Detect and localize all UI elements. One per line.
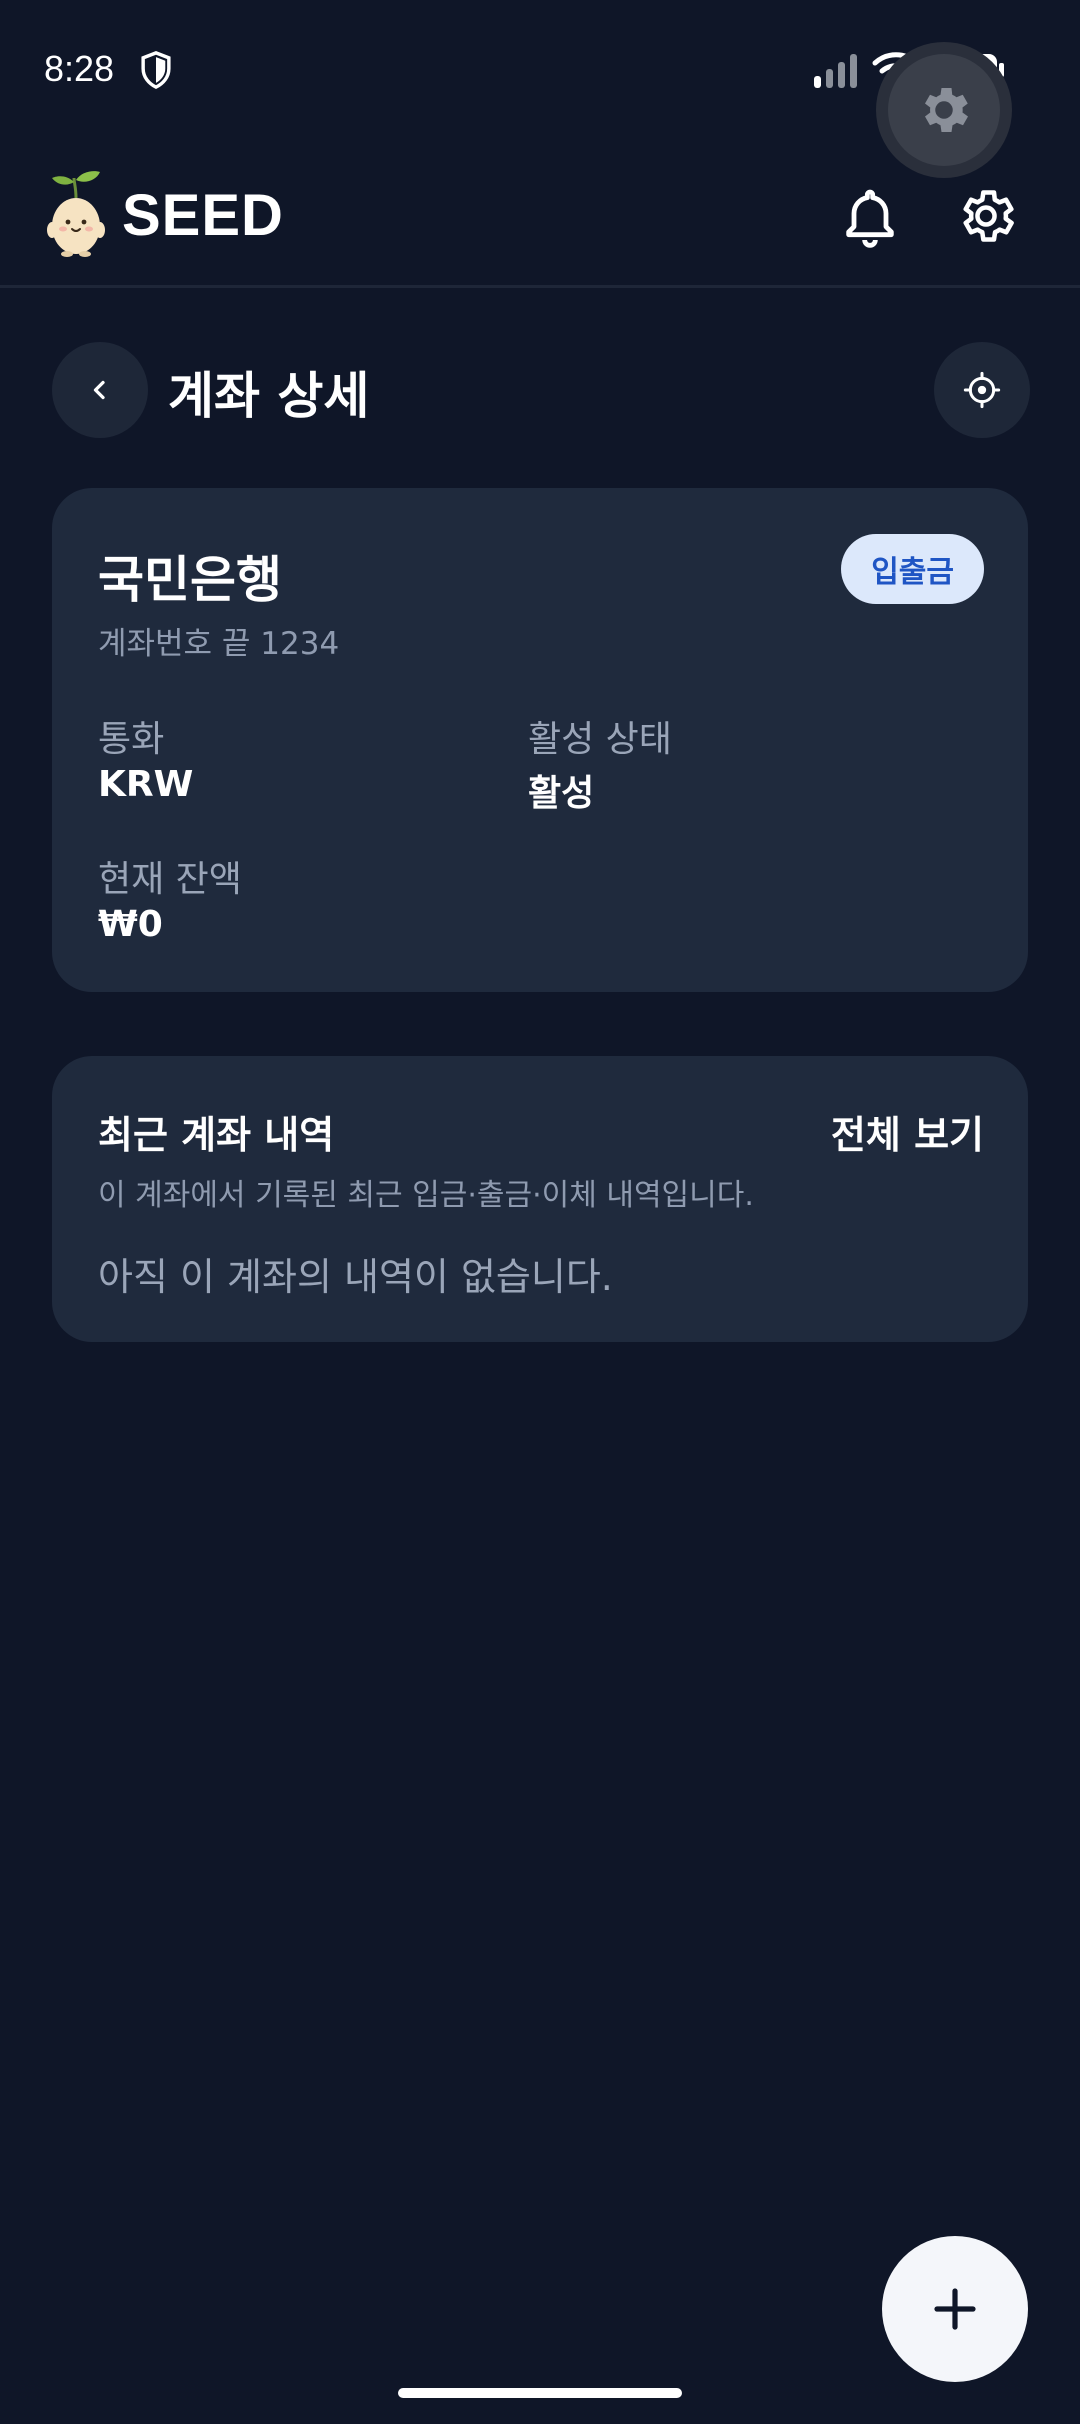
currency-value: KRW [98,764,194,805]
history-title: 최근 계좌 내역 [98,1113,335,1157]
balance-label: 현재 잔액 [98,859,242,900]
chevron-left-icon [93,380,105,400]
recent-history-card: 최근 계좌 내역 전체 보기 이 계좌에서 기록된 최근 입금·출금·이체 내역… [52,1056,1028,1342]
plus-icon [934,2288,976,2330]
gear-icon [925,88,968,132]
home-indicator[interactable] [398,2388,682,2398]
currency-label: 통화 [98,719,165,760]
balance-value: ₩0 [98,904,163,945]
shield-icon [141,51,171,90]
signal-icon [814,54,857,88]
account-type-badge: 입출금 [841,534,984,604]
account-number: 계좌번호 끝 1234 [98,626,340,662]
status-value: 활성 [528,773,595,814]
bank-name: 국민은행 [98,551,282,609]
history-empty-message: 아직 이 계좌의 내역이 없습니다. [98,1255,613,1299]
page-title: 계좌 상세 [168,367,370,425]
app-logo-text: SEED [122,183,284,248]
status-label: 활성 상태 [528,719,672,760]
status-time: 8:28 [44,48,115,89]
add-button[interactable] [882,2236,1028,2382]
seed-mascot-logo [47,171,105,257]
history-description: 이 계좌에서 기록된 최근 입금·출금·이체 내역입니다. [98,1178,754,1213]
locate-button[interactable] [934,342,1030,438]
view-all-link[interactable]: 전체 보기 [831,1104,984,1159]
bell-icon[interactable] [838,184,902,248]
gear-icon[interactable] [954,184,1018,248]
app-header: SEED [0,140,1080,288]
account-card: 국민은행 입출금 계좌번호 끝 1234 통화 KRW 활성 상태 활성 현재 … [52,488,1028,992]
back-button[interactable] [52,342,148,438]
crosshair-icon [963,371,1001,409]
